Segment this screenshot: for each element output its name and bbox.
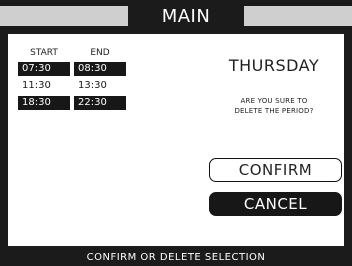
delete-question: ARE YOU SURE TO DELETE THE PERIOD? (204, 96, 344, 116)
frame-right-edge (344, 34, 352, 246)
start-time-cell: 11:30 (22, 80, 51, 91)
screen: MAIN START END 07:30 08:30 11:30 13:30 1… (0, 0, 352, 266)
content-area: START END 07:30 08:30 11:30 13:30 18:30 … (8, 34, 344, 246)
end-time-cell: 08:30 (74, 62, 126, 76)
start-time-cell: 07:30 (18, 62, 70, 76)
start-time-cell: 18:30 (18, 96, 70, 110)
day-label: THURSDAY (228, 56, 320, 75)
header-right-band (244, 6, 352, 26)
header-bar: MAIN (0, 0, 352, 34)
frame-left-edge (0, 34, 8, 246)
column-header-end: END (90, 48, 110, 58)
cancel-button[interactable]: CANCEL (209, 192, 342, 216)
confirm-button[interactable]: CONFIRM (209, 158, 342, 182)
header-left-band (0, 6, 128, 26)
end-time-cell: 13:30 (78, 80, 107, 91)
status-bar: CONFIRM OR DELETE SELECTION (0, 246, 352, 266)
question-line-1: ARE YOU SURE TO (240, 97, 308, 105)
end-time-cell: 22:30 (74, 96, 126, 110)
column-header-start: START (30, 48, 58, 58)
page-title: MAIN (161, 6, 211, 27)
status-text: CONFIRM OR DELETE SELECTION (86, 252, 266, 263)
question-line-2: DELETE THE PERIOD? (234, 107, 314, 115)
